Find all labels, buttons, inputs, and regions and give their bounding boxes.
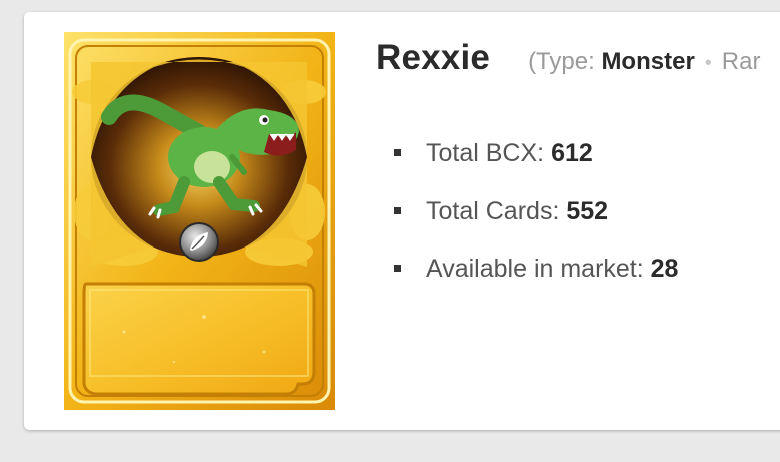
stat-value: 552 — [566, 197, 609, 225]
neutral-leaf-icon — [179, 222, 219, 262]
stat-value: 28 — [650, 255, 679, 283]
card-image-rexxie[interactable] — [64, 32, 335, 410]
stat-total-cards: Total Cards: 552 — [394, 192, 678, 250]
rarity-label: Rar — [721, 48, 761, 75]
type-label: (Type: — [528, 48, 595, 75]
type-value: Monster — [601, 48, 695, 75]
bullet-icon — [394, 265, 401, 272]
card-meta: (Type: Monster • Rar — [528, 48, 760, 76]
card-name: Rexxie — [376, 38, 491, 77]
stat-value: 612 — [551, 139, 593, 167]
stat-label: Total BCX: — [426, 139, 545, 167]
stat-label: Total Cards: — [426, 197, 560, 225]
bullet-icon — [394, 207, 401, 214]
card-title-row: Rexxie (Type: Monster • Rar — [376, 38, 760, 78]
stat-available-in-market: Available in market: 28 — [394, 250, 678, 308]
bullet-icon — [394, 149, 401, 156]
stat-total-bcx: Total BCX: 612 — [394, 134, 678, 192]
card-detail-panel: Rexxie (Type: Monster • Rar Total BCX: 612… — [24, 12, 780, 430]
card-art — [64, 32, 335, 410]
separator-dot-icon: • — [704, 52, 712, 74]
stat-label: Available in market: — [426, 255, 644, 283]
card-stats-list: Total BCX: 612 Total Cards: 552 Availabl… — [394, 134, 678, 308]
